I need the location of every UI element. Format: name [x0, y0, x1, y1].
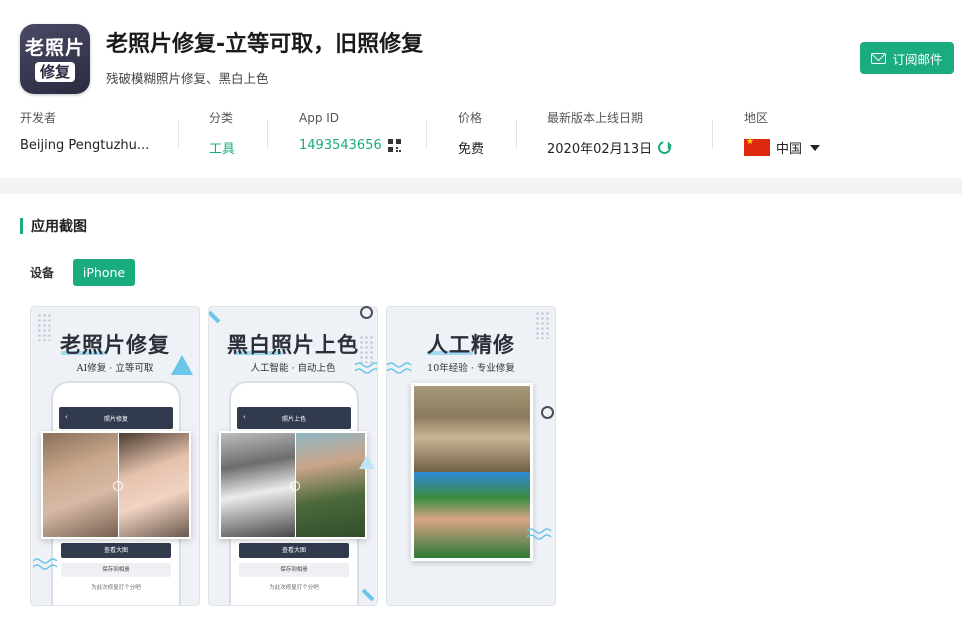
phone-screen-title: 照片修复	[103, 416, 128, 423]
decor-ring	[541, 406, 554, 419]
photo-before	[221, 433, 295, 537]
release-value: 2020年02月13日	[547, 142, 653, 157]
developer-value[interactable]: Beijing Pengtuzhu...	[20, 138, 149, 153]
subscribe-label: 订阅邮件	[892, 51, 943, 67]
divider	[267, 120, 268, 148]
decor-triangle	[171, 355, 193, 375]
phone-footer-text: 为此次修复打个分吧	[91, 585, 141, 591]
category-value[interactable]: 工具	[209, 138, 235, 157]
heading-accent-bar	[20, 218, 23, 234]
app-title: 老照片修复-立等可取，旧照修复	[106, 32, 424, 57]
cn-flag-icon	[744, 137, 770, 156]
subscribe-email-button[interactable]: 订阅邮件	[860, 42, 954, 74]
price-value: 免费	[458, 142, 485, 157]
region-select[interactable]: 中国	[744, 137, 821, 157]
screenshot-subtitle: 人工智能 · 自动上色	[250, 363, 336, 374]
screenshot-2[interactable]: 黑白照片上色 人工智能 · 自动上色 ‹ 照片上色 查看大图 保存到相册 为此次…	[208, 306, 378, 606]
photo-before	[43, 433, 118, 537]
photo-after	[295, 433, 365, 537]
developer-label: 开发者	[20, 111, 57, 125]
meta-app-id: App ID 1493543656	[299, 110, 401, 162]
decor-wave	[527, 528, 552, 540]
meta-category: 分类 工具	[209, 110, 235, 162]
region-label: 地区	[744, 111, 769, 125]
decor-wave	[387, 362, 412, 374]
app-icon: 老照片 修复	[20, 24, 90, 94]
divider	[712, 120, 713, 148]
refresh-icon[interactable]	[655, 138, 674, 157]
before-after-photo	[219, 431, 367, 539]
phone-view-button: 查看大图	[61, 543, 171, 558]
release-label: 最新版本上线日期	[547, 111, 644, 125]
chevron-down-icon	[810, 144, 821, 151]
decor-stroke	[361, 588, 375, 602]
price-label: 价格	[458, 111, 483, 125]
compare-handle-icon	[113, 481, 123, 491]
section-divider-band	[0, 178, 962, 194]
phone-footer-text: 为此次修复打个分吧	[269, 585, 319, 591]
meta-region: 地区 中国	[744, 110, 821, 162]
screenshots-title: 应用截图	[31, 219, 87, 235]
app-icon-text-top: 老照片	[24, 36, 85, 59]
phone-save-button: 保存到相册	[61, 563, 171, 577]
screenshots-heading: 应用截图	[20, 217, 87, 235]
decor-ring	[360, 306, 373, 319]
divider	[178, 120, 179, 148]
device-tab-iphone[interactable]: iPhone	[73, 259, 135, 286]
decor-triangle	[359, 455, 375, 469]
divider	[516, 120, 517, 148]
mail-icon	[871, 52, 887, 64]
phone-save-button: 保存到相册	[239, 563, 349, 577]
decor-wave	[355, 362, 377, 374]
retouch-photo-card	[411, 383, 533, 561]
app-id-value[interactable]: 1493543656	[299, 138, 382, 153]
phone-view-button: 查看大图	[239, 543, 349, 558]
screenshot-title: 人工精修	[427, 332, 515, 357]
before-after-photo	[41, 431, 191, 539]
meta-price: 价格 免费	[458, 110, 484, 162]
photo-after	[414, 472, 530, 558]
release-row: 2020年02月13日	[547, 138, 674, 157]
device-label: 设备	[30, 266, 55, 280]
decor-wave	[33, 558, 58, 570]
screenshot-1[interactable]: 老照片修复 AI修复 · 立等可取 ‹ 照片修复 查看大图 保存到相册 为此次修…	[30, 306, 200, 606]
decor-stroke	[209, 310, 221, 324]
app-id-label: App ID	[299, 111, 340, 125]
qr-code-icon[interactable]	[387, 139, 401, 152]
app-id-row: 1493543656	[299, 138, 401, 153]
phone-screen-title: 照片上色	[281, 416, 306, 423]
divider	[426, 120, 427, 148]
app-subtitle: 残破模糊照片修复、黑白上色	[106, 71, 269, 86]
app-icon-text-bottom: 修复	[34, 61, 75, 82]
meta-release-date: 最新版本上线日期 2020年02月13日	[547, 110, 674, 162]
compare-handle-icon	[290, 481, 300, 491]
photo-before	[414, 386, 530, 472]
category-label: 分类	[209, 111, 234, 125]
meta-developer: 开发者 Beijing Pengtuzhu...	[20, 110, 149, 162]
region-value: 中国	[776, 142, 803, 157]
screenshot-3[interactable]: 人工精修 10年经验 · 专业修复	[386, 306, 556, 606]
screenshot-title: 黑白照片上色	[227, 332, 359, 357]
photo-after	[118, 433, 189, 537]
